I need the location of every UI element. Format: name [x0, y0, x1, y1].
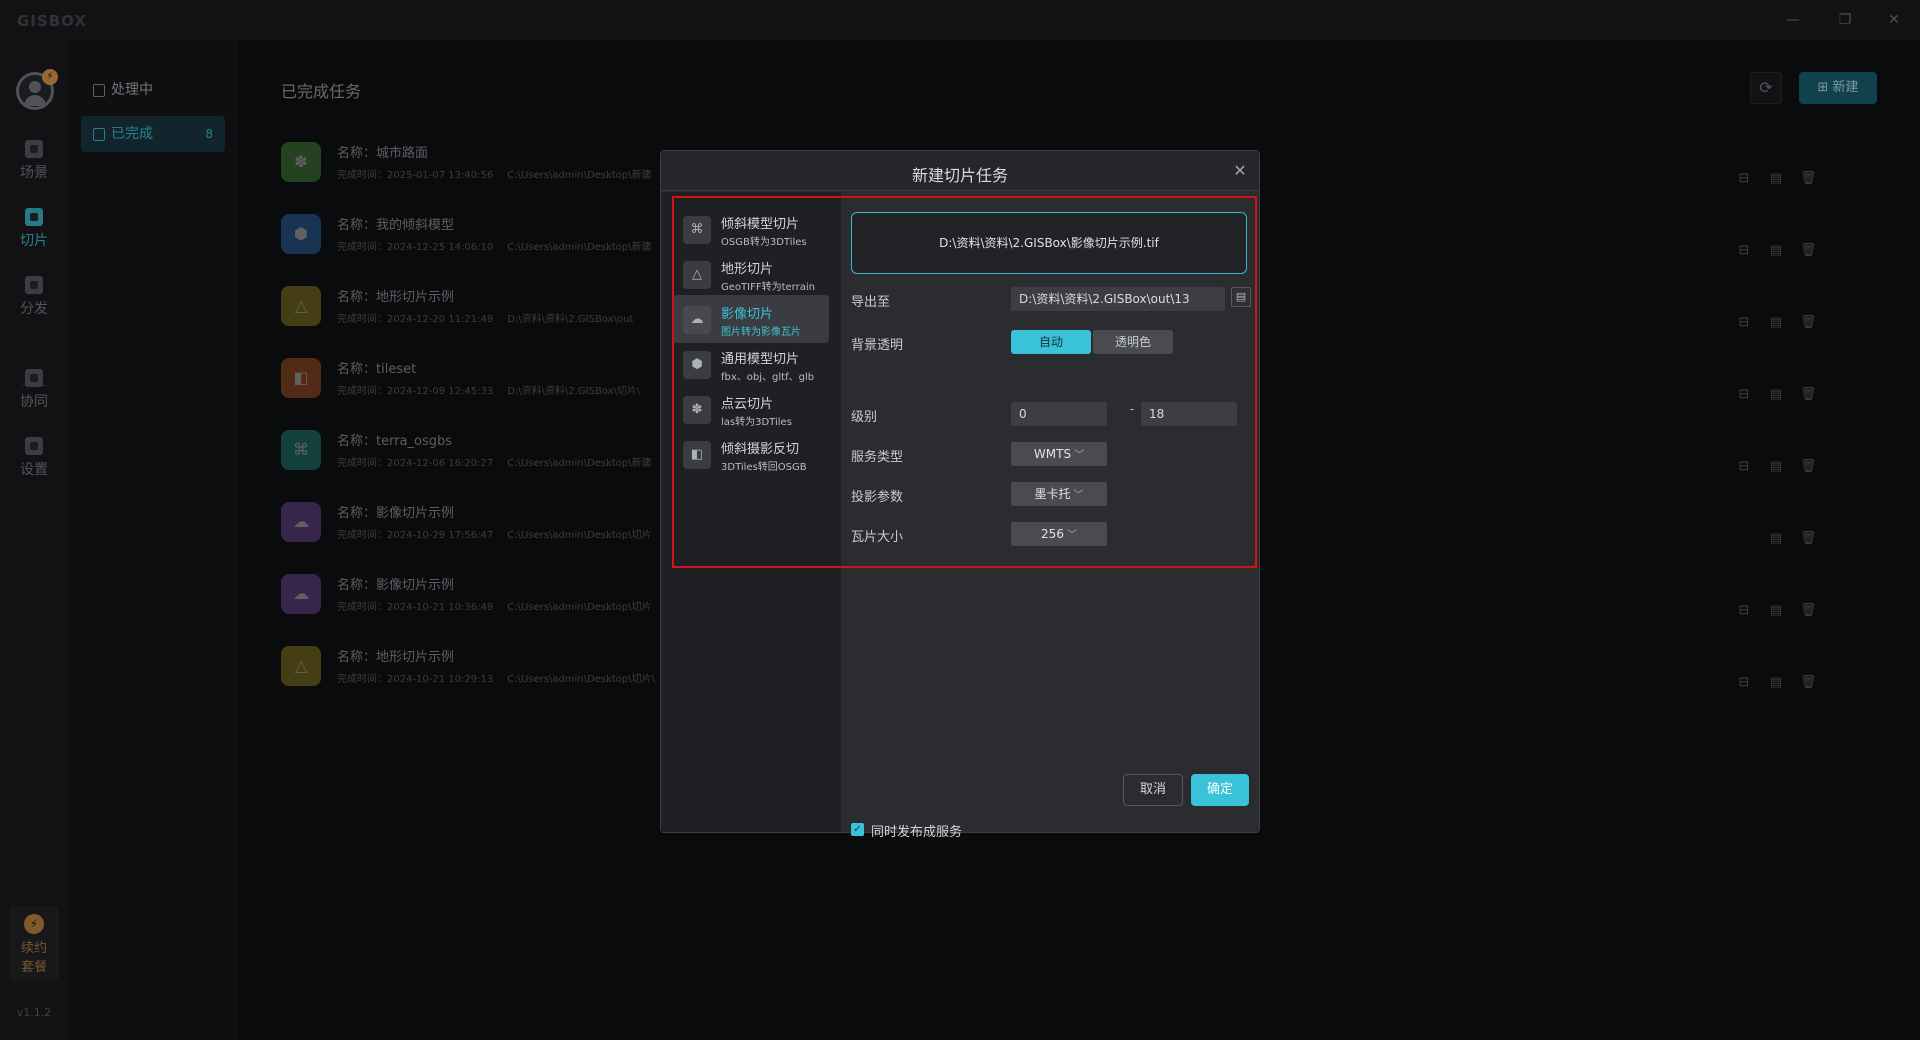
publish-service-label: 同时发布成服务 [871, 825, 963, 840]
confirm-button[interactable]: 确定 [1191, 774, 1249, 806]
highlight-frame [672, 196, 1257, 568]
dialog-title: 新建切片任务 [911, 166, 1008, 185]
close-icon[interactable]: ✕ [1232, 161, 1248, 180]
checkbox-checked-icon[interactable]: ✓ [851, 823, 864, 836]
cancel-button[interactable]: 取消 [1123, 774, 1183, 806]
dialog-header: 新建切片任务 ✕ [661, 151, 1259, 191]
